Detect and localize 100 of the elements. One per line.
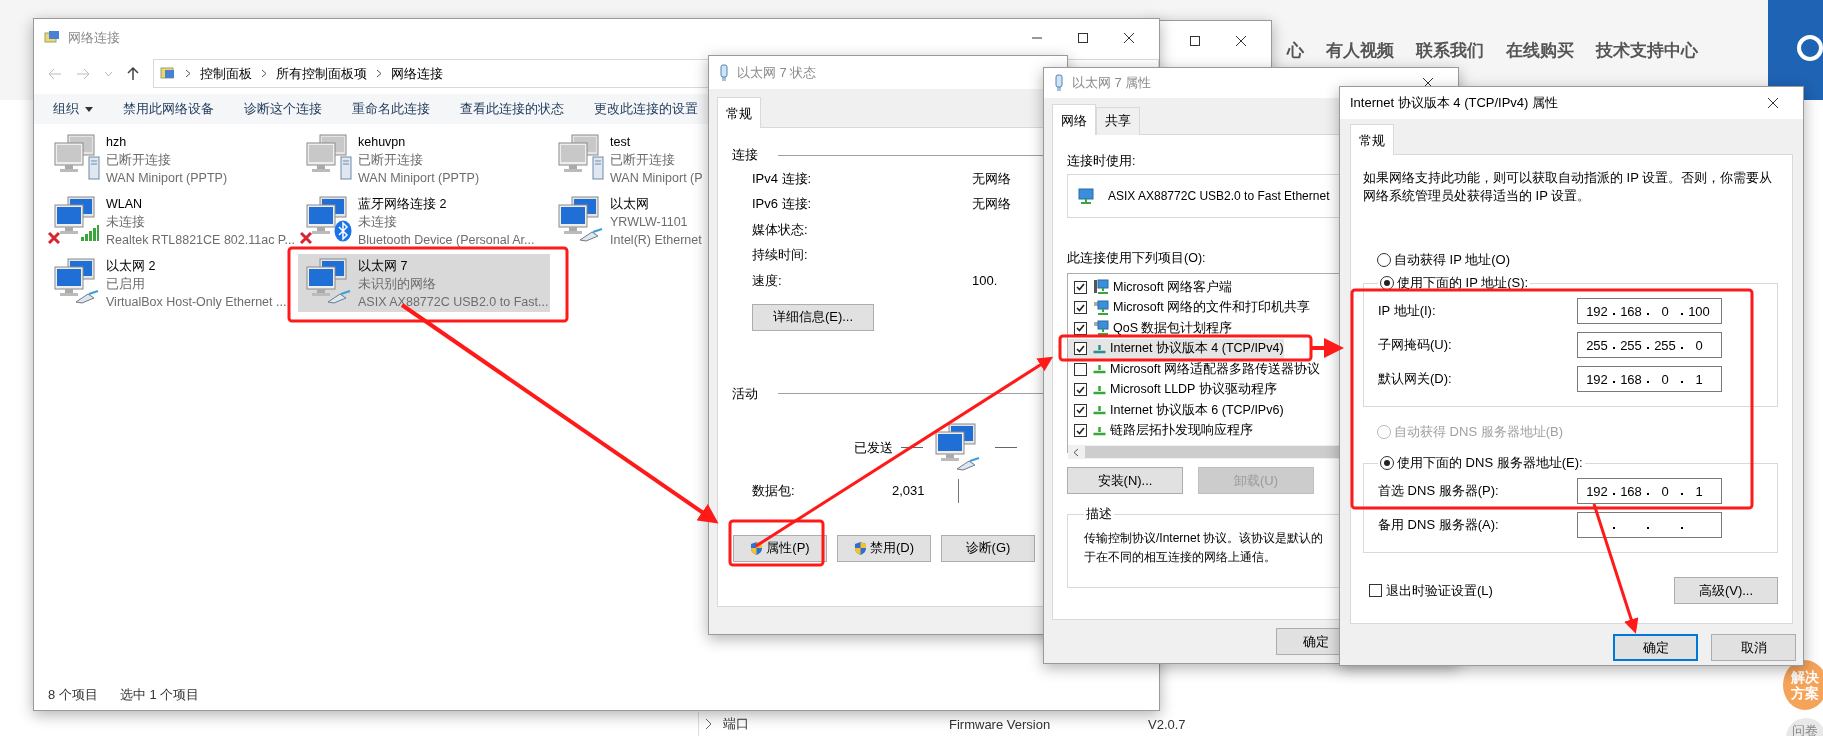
checkbox[interactable] bbox=[1074, 342, 1087, 356]
server-icon bbox=[592, 156, 604, 180]
network-connection-item[interactable]: test 已断开连接 WAN Miniport (P bbox=[550, 130, 702, 188]
component-item[interactable]: Microsoft 网络适配器多路传送器协议 bbox=[1068, 359, 1321, 380]
dialog-button[interactable]: 诊断(G) bbox=[941, 534, 1035, 562]
ip-address-field[interactable]: 192 168 0 100 bbox=[1577, 298, 1722, 324]
advanced-button[interactable]: 高级(V)... bbox=[1674, 577, 1778, 604]
component-item[interactable]: Microsoft LLDP 协议驱动程序 bbox=[1068, 379, 1277, 400]
ip-address-field[interactable]: 192 168 0 1 bbox=[1577, 478, 1722, 504]
toolbar-button[interactable]: 更改此连接的设置 bbox=[594, 100, 698, 118]
scroll-left-icon[interactable] bbox=[1073, 447, 1079, 457]
network-folder-icon bbox=[44, 29, 60, 46]
network-computers-icon bbox=[556, 134, 602, 174]
checkbox[interactable] bbox=[1074, 424, 1087, 438]
field-value: 无网络 bbox=[972, 196, 1011, 212]
checkbox[interactable]: 退出时验证设置(L) bbox=[1369, 581, 1493, 600]
checkbox[interactable] bbox=[1074, 383, 1087, 397]
adapter-name: ASIX AX88772C USB2.0 to Fast Ethernet bbox=[1108, 189, 1330, 203]
ip-address-field[interactable]: 192 168 0 1 bbox=[1577, 366, 1722, 392]
breadcrumb-item[interactable]: 网络连接 bbox=[391, 64, 443, 83]
network-connection-item[interactable]: 蓝牙网络连接 2 未连接 Bluetooth Device (Personal Ar... bbox=[298, 192, 550, 250]
toolbar-button[interactable]: 诊断这个连接 bbox=[244, 100, 322, 118]
connection-name: 以太网 bbox=[610, 196, 649, 213]
search-button[interactable] bbox=[1768, 0, 1823, 100]
nav-link[interactable]: 心 bbox=[1287, 38, 1304, 62]
network-connection-item[interactable]: 以太网 YRWLW-1101 Intel(R) Ethernet bbox=[550, 192, 702, 250]
radio-button[interactable]: 使用下面的 IP 地址(S): bbox=[1380, 274, 1529, 292]
component-item[interactable]: 链路层拓扑发现响应程序 bbox=[1068, 420, 1253, 441]
ip-address-field[interactable] bbox=[1577, 512, 1722, 538]
details-button[interactable]: 详细信息(E)... bbox=[752, 303, 874, 331]
dialog-button[interactable]: 安装(N)... bbox=[1067, 467, 1183, 494]
toolbar-button[interactable]: 禁用此网络设备 bbox=[123, 100, 214, 118]
maximize-icon[interactable] bbox=[1189, 35, 1201, 47]
tab[interactable]: 常规 bbox=[717, 97, 761, 128]
toolbar-button[interactable]: 查看此连接的状态 bbox=[460, 100, 564, 118]
field-value: 100. bbox=[972, 273, 998, 289]
nav-link[interactable]: 技术支持中心 bbox=[1596, 38, 1698, 62]
network-computers-icon bbox=[556, 196, 602, 236]
toolbar-button[interactable]: 重命名此连接 bbox=[352, 100, 430, 118]
connection-status: 已断开连接 bbox=[358, 152, 423, 169]
ip-address-field[interactable]: 255 255 255 0 bbox=[1577, 332, 1722, 358]
server-icon bbox=[340, 156, 352, 180]
side-menu-item[interactable]: 端口 bbox=[698, 712, 935, 736]
field-label: IPv6 连接: bbox=[752, 195, 813, 214]
network-connection-item[interactable]: kehuvpn 已断开连接 WAN Miniport (PPTP) bbox=[298, 130, 550, 188]
window-title: 以太网 7 状态 bbox=[737, 63, 817, 82]
close-icon[interactable] bbox=[1123, 31, 1135, 44]
radio-button[interactable]: 自动获得 IP 地址(O) bbox=[1377, 251, 1511, 269]
component-item[interactable]: Microsoft 网络客户端 bbox=[1068, 277, 1233, 298]
group-title: 描述 bbox=[1085, 506, 1113, 523]
component-label: Internet 协议版本 6 (TCP/IPv6) bbox=[1110, 401, 1284, 419]
network-connection-item[interactable]: 以太网 2 已启用 VirtualBox Host-Only Ethernet ... bbox=[46, 254, 298, 312]
close-icon[interactable] bbox=[1235, 35, 1247, 47]
chevron-right-icon bbox=[705, 718, 713, 730]
component-item[interactable]: Internet 协议版本 4 (TCP/IPv4) bbox=[1068, 338, 1284, 359]
field-label: 速度: bbox=[752, 271, 783, 290]
dialog-button[interactable]: 取消 bbox=[1711, 634, 1796, 661]
tab[interactable]: 共享 bbox=[1096, 107, 1140, 135]
menu-label: 端口 bbox=[723, 715, 749, 733]
description-text: 传输控制协议/Internet 协议。该协议是默认的 bbox=[1084, 530, 1325, 547]
dialog-button[interactable]: 属性(P) bbox=[733, 534, 827, 562]
checkbox[interactable] bbox=[1074, 362, 1087, 376]
network-protocol-icon bbox=[1093, 425, 1106, 436]
connection-status: 已断开连接 bbox=[610, 152, 675, 169]
toolbar-button[interactable]: 组织 bbox=[53, 100, 93, 118]
firmware-label: Firmware Version bbox=[949, 716, 1052, 732]
network-connection-item[interactable]: hzh 已断开连接 WAN Miniport (PPTP) bbox=[46, 130, 298, 188]
component-label: QoS 数据包计划程序 bbox=[1113, 319, 1233, 337]
network-adapter-icon bbox=[719, 63, 729, 82]
component-item[interactable]: QoS 数据包计划程序 bbox=[1068, 318, 1233, 339]
nav-link[interactable]: 有人视频 bbox=[1326, 38, 1394, 62]
network-connection-item[interactable]: 以太网 7 未识别的网络 ASIX AX88772C USB2.0 to Fast... bbox=[298, 254, 550, 312]
breadcrumb-item[interactable]: 所有控制面板项 bbox=[276, 64, 367, 83]
network-computers-icon bbox=[304, 258, 350, 298]
breadcrumb-item[interactable]: 控制面板 bbox=[200, 64, 252, 83]
radio-button[interactable]: 使用下面的 DNS 服务器地址(E): bbox=[1380, 454, 1583, 472]
nav-link[interactable]: 联系我们 bbox=[1416, 38, 1484, 62]
tab[interactable]: 网络 bbox=[1052, 104, 1096, 135]
network-connection-item[interactable]: WLAN 未连接 Realtek RTL8821CE 802.11ac P... bbox=[46, 192, 298, 250]
up-arrow-icon[interactable] bbox=[127, 66, 139, 81]
field-label: 媒体状态: bbox=[752, 220, 809, 239]
maximize-icon[interactable] bbox=[1077, 31, 1089, 44]
network-computers-icon bbox=[933, 422, 979, 463]
network-client-icon bbox=[1093, 279, 1109, 296]
checkbox[interactable] bbox=[1074, 280, 1087, 294]
component-item[interactable]: Microsoft 网络的文件和打印机共享 bbox=[1068, 297, 1311, 318]
component-item[interactable]: Internet 协议版本 6 (TCP/IPv6) bbox=[1068, 400, 1284, 421]
dialog-button[interactable]: 禁用(D) bbox=[837, 534, 931, 562]
shield-icon bbox=[853, 540, 867, 556]
component-label: Microsoft 网络客户端 bbox=[1113, 278, 1233, 296]
device-name: VirtualBox Host-Only Ethernet ... bbox=[106, 294, 287, 311]
checkbox[interactable] bbox=[1074, 403, 1087, 417]
checkbox[interactable] bbox=[1074, 301, 1087, 315]
close-icon[interactable] bbox=[1767, 97, 1779, 109]
checkbox[interactable] bbox=[1074, 321, 1087, 335]
nav-link[interactable]: 在线购买 bbox=[1506, 38, 1574, 62]
status-text: 8 个项目 bbox=[48, 686, 98, 704]
dialog-button[interactable]: 确定 bbox=[1613, 634, 1698, 661]
tab[interactable]: 常规 bbox=[1350, 124, 1394, 155]
packets-value: 2,031 bbox=[892, 483, 926, 498]
